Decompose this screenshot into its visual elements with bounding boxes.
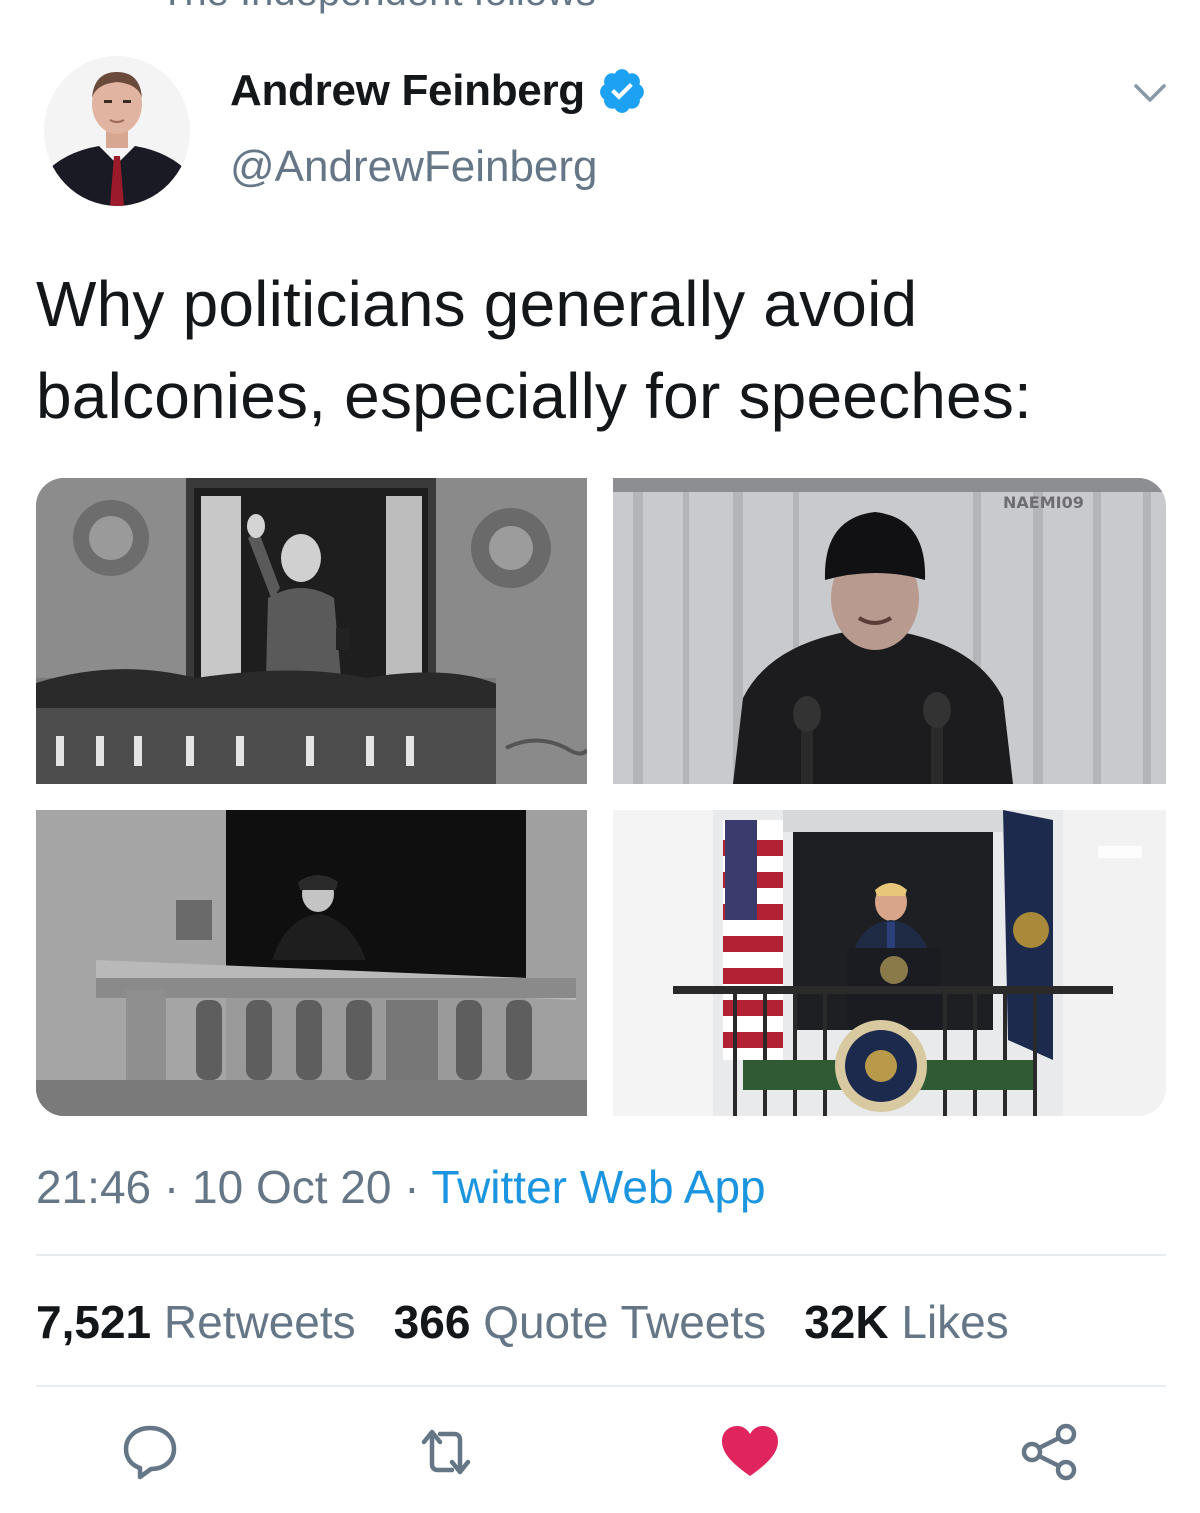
quote-tweets-stat[interactable]: 366 Quote Tweets <box>394 1295 767 1349</box>
tweet-date[interactable]: 10 Oct 20 <box>192 1161 391 1213</box>
reply-button[interactable] <box>118 1420 182 1484</box>
tweet-photo[interactable] <box>36 478 587 784</box>
author-handle[interactable]: @AndrewFeinberg <box>230 142 598 192</box>
avatar[interactable] <box>44 56 190 206</box>
likes-stat[interactable]: 32K Likes <box>804 1295 1009 1349</box>
retweets-count: 7,521 <box>36 1296 152 1348</box>
tweet-stats: 7,521 Retweets 366 Quote Tweets 32K Like… <box>36 1295 1047 1349</box>
divider <box>36 1254 1166 1256</box>
share-button[interactable] <box>1018 1420 1082 1484</box>
quotes-label: Quote Tweets <box>483 1296 767 1348</box>
verified-badge-icon <box>597 66 647 116</box>
tweet-source-link[interactable]: Twitter Web App <box>432 1161 766 1213</box>
tweet-time[interactable]: 21:46 <box>36 1161 151 1213</box>
retweet-icon <box>421 1429 471 1475</box>
chevron-down-icon[interactable] <box>1130 78 1170 108</box>
tweet-photo[interactable] <box>36 810 587 1116</box>
tweet-actions <box>0 1420 1200 1500</box>
retweets-stat[interactable]: 7,521 Retweets <box>36 1295 356 1349</box>
tweet-text: Why politicians generally avoid balconie… <box>36 258 1176 442</box>
like-button[interactable] <box>718 1420 782 1484</box>
tweet-text-line: balconies, especially for speeches: <box>36 360 1032 432</box>
reply-icon <box>123 1425 177 1480</box>
share-icon <box>1021 1423 1077 1481</box>
tweet-header: Andrew Feinberg @AndrewFeinberg <box>0 0 1200 230</box>
likes-count: 32K <box>804 1296 889 1348</box>
watermark: NAEMI09 <box>1003 493 1084 512</box>
tweet-text-line: Why politicians generally avoid <box>36 268 918 340</box>
media-grid: NAEMI09 <box>36 478 1166 1116</box>
retweets-label: Retweets <box>163 1296 356 1348</box>
tweet-meta: 21:46 · 10 Oct 20 · Twitter Web App <box>36 1160 766 1214</box>
meta-separator: · <box>151 1161 193 1213</box>
tweet-photo[interactable]: NAEMI09 <box>613 478 1166 784</box>
heart-icon <box>722 1426 778 1476</box>
meta-separator: · <box>391 1161 432 1213</box>
author-name-row[interactable]: Andrew Feinberg <box>230 66 647 116</box>
tweet-photo[interactable] <box>613 810 1166 1116</box>
author-name[interactable]: Andrew Feinberg <box>230 66 585 116</box>
quotes-count: 366 <box>393 1296 471 1348</box>
retweet-button[interactable] <box>414 1420 478 1484</box>
likes-label: Likes <box>901 1296 1009 1348</box>
divider <box>36 1385 1166 1387</box>
